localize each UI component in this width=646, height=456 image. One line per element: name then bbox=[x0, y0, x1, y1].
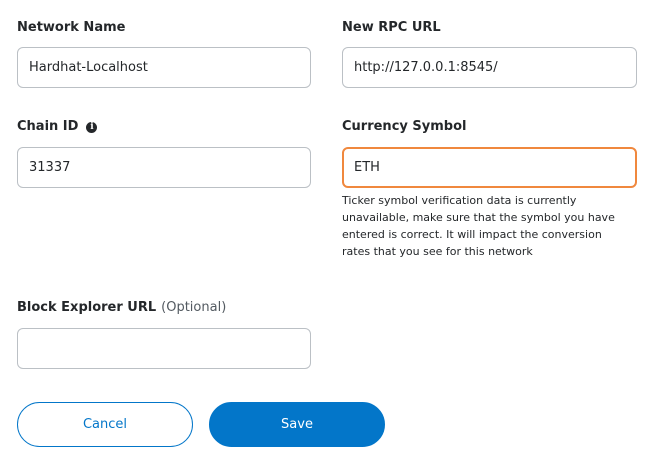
chain-id-label: Chain ID bbox=[17, 119, 79, 134]
currency-symbol-input[interactable] bbox=[342, 147, 637, 188]
chain-id-input[interactable] bbox=[17, 147, 311, 188]
block-explorer-label: Block Explorer URL bbox=[17, 300, 157, 315]
network-name-label: Network Name bbox=[17, 20, 126, 35]
currency-symbol-warning: Ticker symbol verification data is curre… bbox=[342, 194, 615, 258]
network-name-input[interactable] bbox=[17, 47, 311, 88]
info-icon[interactable]: i bbox=[86, 122, 98, 133]
block-explorer-label-group: Block Explorer URL (Optional) bbox=[17, 299, 226, 317]
rpc-url-label: New RPC URL bbox=[342, 20, 441, 35]
block-explorer-input[interactable] bbox=[17, 328, 311, 369]
chain-id-label-group: Chain ID i bbox=[17, 118, 98, 136]
cancel-button[interactable]: Cancel bbox=[17, 402, 193, 447]
rpc-url-input[interactable] bbox=[342, 47, 637, 88]
optional-label: (Optional) bbox=[161, 300, 227, 315]
currency-symbol-label: Currency Symbol bbox=[342, 119, 467, 134]
save-button[interactable]: Save bbox=[209, 402, 385, 447]
